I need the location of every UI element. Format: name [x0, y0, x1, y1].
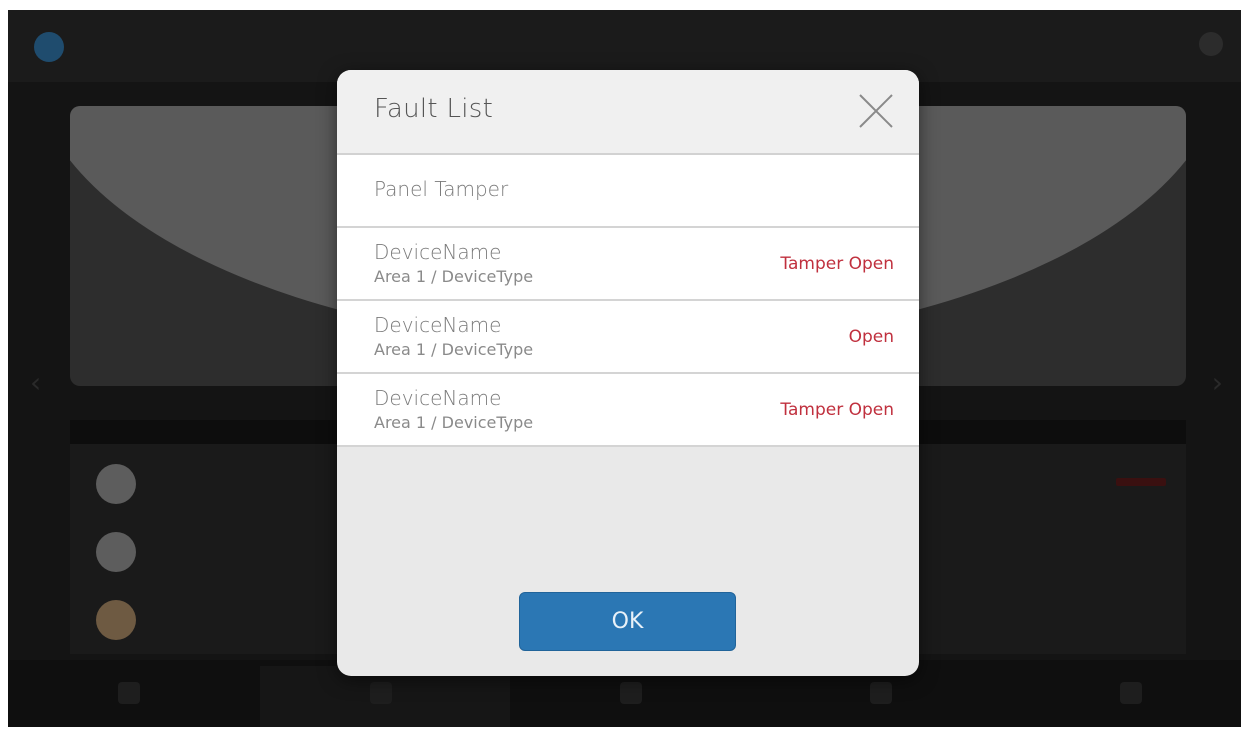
dialog-header: Fault List — [337, 70, 919, 155]
app-logo-icon — [34, 32, 64, 62]
fault-location: Area 1 / DeviceType — [374, 267, 534, 286]
nav-more-icon — [1120, 682, 1142, 704]
fault-name: DeviceName — [374, 386, 502, 410]
ok-button[interactable]: OK — [519, 592, 736, 651]
fault-list-dialog: Fault List Panel Tamper DeviceName Area … — [337, 70, 919, 676]
fault-name: Panel Tamper — [374, 177, 509, 201]
chevron-left-icon: ‹ — [30, 366, 42, 399]
item-icon — [96, 532, 136, 572]
close-button[interactable] — [857, 92, 895, 130]
fault-row: DeviceName Area 1 / DeviceType Tamper Op… — [337, 228, 919, 301]
settings-icon — [1199, 32, 1223, 56]
fault-row: DeviceName Area 1 / DeviceType Open — [337, 301, 919, 374]
fault-list: Panel Tamper DeviceName Area 1 / DeviceT… — [337, 155, 919, 447]
fault-location: Area 1 / DeviceType — [374, 340, 534, 359]
status-badge — [1116, 478, 1166, 486]
item-icon — [96, 464, 136, 504]
fault-status: Open — [848, 327, 894, 347]
chevron-right-icon: › — [1211, 366, 1223, 399]
nav-security-icon — [370, 682, 392, 704]
fault-row: DeviceName Area 1 / DeviceType Tamper Op… — [337, 374, 919, 447]
fault-name: DeviceName — [374, 313, 502, 337]
close-icon — [859, 94, 893, 128]
nav-home-icon — [118, 682, 140, 704]
nav-scenes-icon — [870, 682, 892, 704]
dialog-title: Fault List — [374, 94, 494, 124]
item-icon — [96, 600, 136, 640]
fault-row-panel-tamper: Panel Tamper — [337, 155, 919, 228]
fault-location: Area 1 / DeviceType — [374, 413, 534, 432]
fault-status: Tamper Open — [780, 254, 894, 274]
fault-status: Tamper Open — [780, 400, 894, 420]
fault-name: DeviceName — [374, 240, 502, 264]
nav-devices-icon — [620, 682, 642, 704]
